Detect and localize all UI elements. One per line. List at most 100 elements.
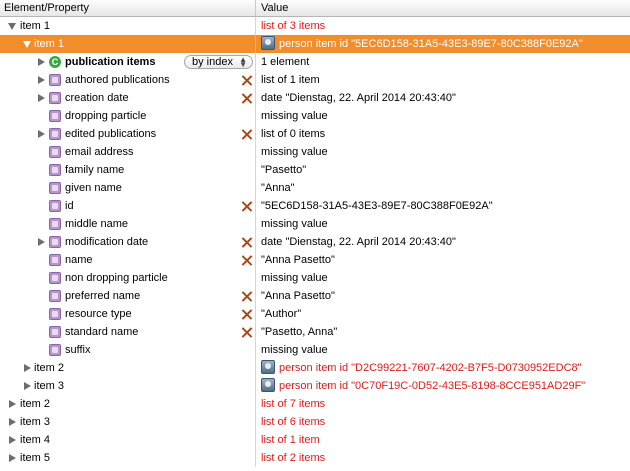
column-header-property[interactable]: Element/Property — [0, 0, 256, 16]
row-value: list of 3 items — [261, 20, 326, 32]
by-index-popup[interactable]: by index ▲ ▼ — [184, 55, 253, 69]
property-icon — [49, 344, 61, 356]
outline-row[interactable]: item 3 list of 6 items — [0, 413, 630, 431]
property-icon — [49, 200, 61, 212]
outline-row[interactable]: item 3 person item id "0C70F19C-0D52-43E… — [0, 377, 630, 395]
disclosure-triangle-closed-icon[interactable] — [38, 94, 45, 102]
outline-row[interactable]: standard name "Pasetto, Anna" — [0, 323, 630, 341]
row-label: item 3 — [20, 416, 50, 428]
row-value-text: person item id "0C70F19C-0D52-43E5-8198-… — [279, 380, 586, 392]
row-value: date "Dienstag, 22. April 2014 20:43:40" — [261, 236, 456, 248]
outline-row-selected[interactable]: item 1 person item id "5EC6D158-31A5-43E… — [0, 35, 630, 53]
column-header: Element/Property Value — [0, 0, 630, 17]
outline-row[interactable]: name "Anna Pasetto" — [0, 251, 630, 269]
row-label: given name — [65, 182, 122, 194]
property-icon — [49, 236, 61, 248]
outline-view: item 1 list of 3 items item 1 person ite… — [0, 17, 630, 467]
row-label: resource type — [65, 308, 132, 320]
row-label: item 4 — [20, 434, 50, 446]
row-value: date "Dienstag, 22. April 2014 20:43:40" — [261, 92, 456, 104]
row-value: missing value — [261, 272, 328, 284]
disclosure-triangle-closed-icon[interactable] — [9, 436, 16, 444]
outline-row[interactable]: resource type "Author" — [0, 305, 630, 323]
row-label: item 3 — [34, 380, 64, 392]
property-icon — [49, 92, 61, 104]
row-label: name — [65, 254, 93, 266]
outline-row[interactable]: item 4 list of 1 item — [0, 431, 630, 449]
row-value-text: person item id "D2C99221-7607-4202-B7F5-… — [279, 362, 582, 374]
disclosure-triangle-closed-icon[interactable] — [9, 454, 16, 462]
property-icon — [49, 290, 61, 302]
person-item-icon — [261, 378, 275, 393]
outline-row[interactable]: item 2 list of 7 items — [0, 395, 630, 413]
row-label: modification date — [65, 236, 149, 248]
property-icon — [49, 272, 61, 284]
outline-row[interactable]: family name "Pasetto" — [0, 161, 630, 179]
outline-row[interactable]: edited publications list of 0 items — [0, 125, 630, 143]
row-label: item 2 — [20, 398, 50, 410]
outline-row[interactable]: C publication items by index ▲ ▼ 1 element — [0, 53, 630, 71]
row-value: missing value — [261, 146, 328, 158]
row-label: suffix — [65, 344, 91, 356]
row-value: list of 1 item — [261, 434, 320, 446]
row-value: "5EC6D158-31A5-43E3-89E7-80C388F0E92A" — [261, 200, 493, 212]
readonly-x-icon — [242, 93, 253, 104]
property-icon — [49, 146, 61, 158]
disclosure-triangle-closed-icon[interactable] — [38, 76, 45, 84]
row-value: list of 0 items — [261, 128, 326, 140]
row-value: "Pasetto, Anna" — [261, 326, 338, 338]
row-value: "Pasetto" — [261, 164, 307, 176]
column-header-value[interactable]: Value — [257, 0, 630, 16]
outline-row[interactable]: creation date date "Dienstag, 22. April … — [0, 89, 630, 107]
outline-row[interactable]: item 1 list of 3 items — [0, 17, 630, 35]
outline-row[interactable]: id "5EC6D158-31A5-43E3-89E7-80C388F0E92A… — [0, 197, 630, 215]
outline-row[interactable]: email address missing value — [0, 143, 630, 161]
outline-row[interactable]: modification date date "Dienstag, 22. Ap… — [0, 233, 630, 251]
row-value: "Author" — [261, 308, 302, 320]
row-value: 1 element — [261, 56, 310, 68]
outline-row[interactable]: middle name missing value — [0, 215, 630, 233]
row-label: item 5 — [20, 452, 50, 464]
outline-row[interactable]: given name "Anna" — [0, 179, 630, 197]
row-label: item 1 — [34, 38, 64, 50]
property-icon — [49, 164, 61, 176]
outline-row[interactable]: non dropping particle missing value — [0, 269, 630, 287]
row-value: list of 2 items — [261, 452, 326, 464]
disclosure-triangle-closed-icon[interactable] — [38, 58, 45, 66]
property-icon — [49, 308, 61, 320]
row-value: "Anna" — [261, 182, 295, 194]
outline-row[interactable]: authored publications list of 1 item — [0, 71, 630, 89]
disclosure-triangle-open-icon[interactable] — [23, 41, 31, 48]
disclosure-triangle-closed-icon[interactable] — [9, 400, 16, 408]
row-value: list of 1 item — [261, 74, 320, 86]
property-icon — [49, 182, 61, 194]
row-label: middle name — [65, 218, 128, 230]
row-label: dropping particle — [65, 110, 147, 122]
row-value: list of 6 items — [261, 416, 326, 428]
row-value: missing value — [261, 218, 328, 230]
disclosure-triangle-open-icon[interactable] — [8, 23, 16, 30]
readonly-x-icon — [242, 309, 253, 320]
outline-row[interactable]: suffix missing value — [0, 341, 630, 359]
row-label: preferred name — [65, 290, 141, 302]
property-icon — [49, 254, 61, 266]
readonly-x-icon — [242, 237, 253, 248]
disclosure-triangle-closed-icon[interactable] — [38, 238, 45, 246]
property-icon — [49, 326, 61, 338]
row-value: "Anna Pasetto" — [261, 254, 335, 266]
disclosure-triangle-closed-icon[interactable] — [9, 418, 16, 426]
disclosure-triangle-closed-icon[interactable] — [24, 382, 31, 390]
outline-row[interactable]: item 2 person item id "D2C99221-7607-420… — [0, 359, 630, 377]
property-icon — [49, 74, 61, 86]
disclosure-triangle-closed-icon[interactable] — [38, 130, 45, 138]
popup-arrows-icon: ▲ ▼ — [239, 55, 247, 69]
readonly-x-icon — [242, 255, 253, 266]
outline-row[interactable]: dropping particle missing value — [0, 107, 630, 125]
row-value: person item id "0C70F19C-0D52-43E5-8198-… — [257, 377, 630, 395]
person-item-icon — [261, 360, 275, 375]
disclosure-triangle-closed-icon[interactable] — [24, 364, 31, 372]
row-label: non dropping particle — [65, 272, 168, 284]
row-label: authored publications — [65, 74, 170, 86]
outline-row[interactable]: item 5 list of 2 items — [0, 449, 630, 467]
outline-row[interactable]: preferred name "Anna Pasetto" — [0, 287, 630, 305]
